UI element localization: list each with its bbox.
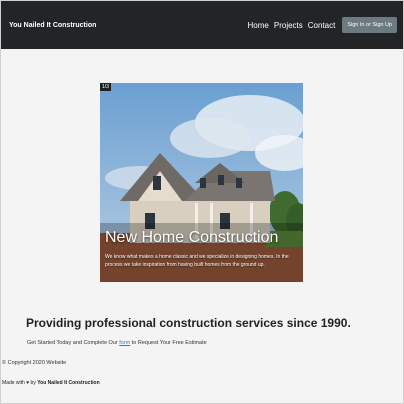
nav-link-contact[interactable]: Contact [308, 21, 336, 30]
form-link[interactable]: form [119, 340, 130, 346]
hero-title: New Home Construction [105, 229, 279, 246]
nav-link-projects[interactable]: Projects [274, 21, 303, 30]
sign-in-button[interactable]: Sign In or Sign Up [342, 17, 397, 33]
cta-text: Get Started Today and Complete Our form … [27, 340, 207, 346]
heart-icon: ♥ [26, 380, 30, 386]
copyright: © Copyright 2020 Website [2, 360, 66, 366]
slide-indicator: 1/3 [100, 83, 111, 91]
cta-suffix: to Request Your Free Estimate [131, 340, 207, 346]
nav-link-home[interactable]: Home [248, 21, 269, 30]
brand-logo[interactable]: You Nailed It Construction [9, 22, 96, 29]
copyright-text: Copyright 2020 Website [7, 360, 67, 366]
copyright-symbol: © [2, 360, 7, 366]
hero-description: We know what makes a home classic and we… [105, 254, 289, 268]
navbar: You Nailed It Construction Home Projects… [1, 1, 403, 49]
made-with: Made with ♥ by You Nailed It Constructio… [2, 380, 100, 386]
made-prefix: Made with [2, 380, 25, 386]
cta-prefix: Get Started Today and Complete Our [27, 340, 118, 346]
hero-carousel[interactable]: 1/3 New Home Construction We know what m… [100, 83, 303, 282]
made-company[interactable]: You Nailed It Construction [37, 380, 99, 386]
page-headline: Providing professional construction serv… [26, 316, 351, 330]
nav-links: Home Projects Contact Sign In or Sign Up [248, 17, 397, 33]
made-by: by [30, 380, 36, 386]
